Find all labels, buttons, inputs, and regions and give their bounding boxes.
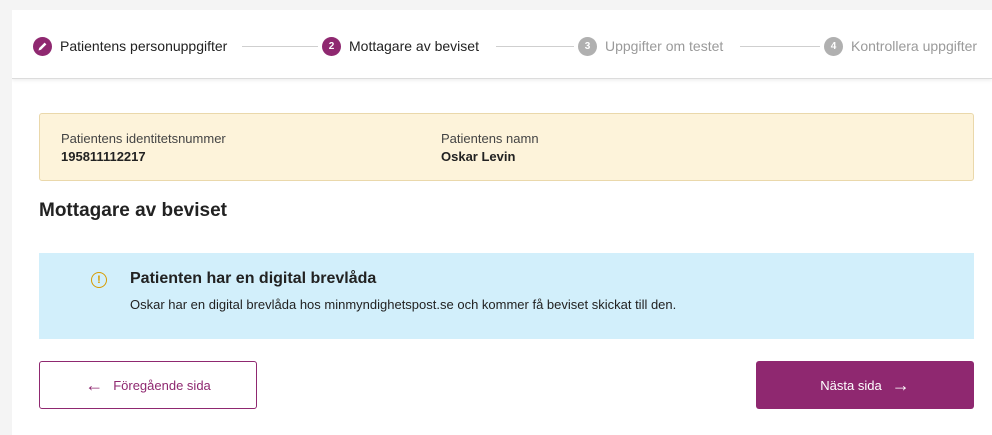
step-label: Mottagare av beviset [349,38,479,54]
step-label: Patientens personuppgifter [60,38,228,54]
arrow-right-icon: → [891,375,910,395]
form-card: Patientens personuppgifter 2 Mottagare a… [12,10,992,435]
patient-id: Patientens identitetsnummer 195811112217 [61,131,226,164]
notice-title: Patienten har en digital brevlåda [130,270,377,287]
step-patient-info[interactable]: Patientens personuppgifter [33,36,227,56]
step-number: 3 [578,36,597,56]
patient-name: Patientens namn Oskar Levin [441,131,539,164]
pencil-icon [33,36,52,56]
stepper-connector [496,46,574,47]
patient-name-value: Oskar Levin [441,149,516,164]
step-review[interactable]: 4 Kontrollera uppgifter [824,36,977,56]
arrow-left-icon: ← [85,375,104,395]
next-page-label: Nästa sida [820,377,882,393]
next-page-button[interactable]: Nästa sida → [756,361,974,409]
section-title: Mottagare av beviset [39,200,227,221]
previous-page-button[interactable]: ← Föregående sida [39,361,257,409]
stepper-connector [740,46,820,47]
step-test-details[interactable]: 3 Uppgifter om testet [578,36,723,56]
step-label: Kontrollera uppgifter [851,38,978,54]
previous-page-label: Föregående sida [113,377,211,393]
step-recipient[interactable]: 2 Mottagare av beviset [322,36,479,56]
info-icon: ! [91,272,107,288]
progress-stepper: Patientens personuppgifter 2 Mottagare a… [12,10,992,79]
step-number: 4 [824,36,843,56]
patient-id-label: Patientens identitetsnummer [61,131,226,146]
stepper-connector [242,46,318,47]
step-label: Uppgifter om testet [605,38,724,54]
patient-name-label: Patientens namn [441,131,539,146]
notice-text: Oskar har en digital brevlåda hos minmyn… [130,297,677,312]
patient-summary: Patientens identitetsnummer 195811112217… [39,113,974,181]
step-number: 2 [322,36,341,56]
patient-id-value: 195811112217 [61,149,146,164]
digital-mailbox-notice: ! Patienten har en digital brevlåda Oska… [39,253,974,339]
